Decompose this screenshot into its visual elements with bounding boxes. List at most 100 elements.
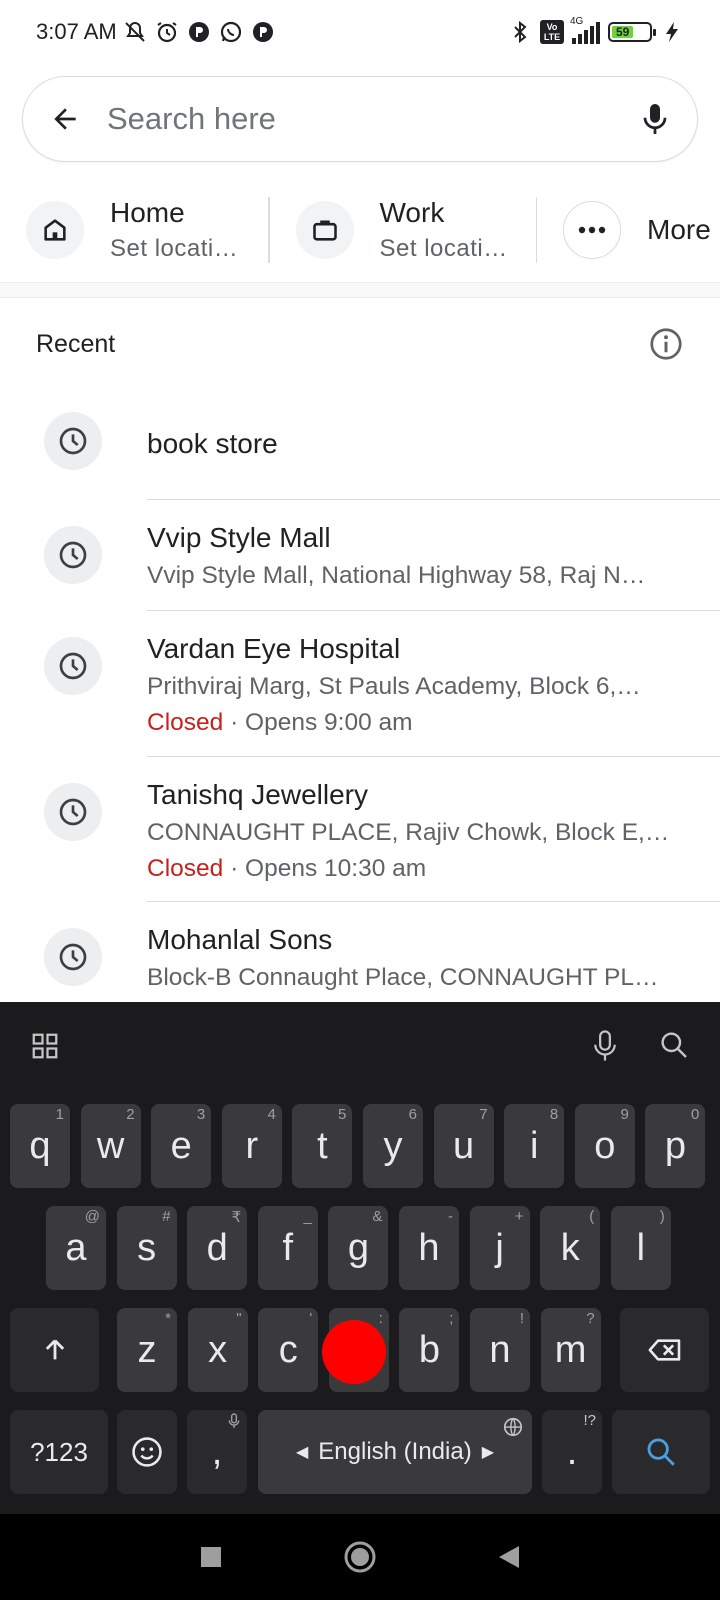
key-a[interactable]: a @	[46, 1206, 106, 1290]
key-z[interactable]: z *	[117, 1308, 177, 1392]
work-shortcut[interactable]: Work Set locati…	[270, 185, 536, 275]
key-g[interactable]: g &	[328, 1206, 389, 1290]
key-label: z	[137, 1328, 157, 1371]
signal-icon: 4G	[570, 16, 600, 44]
mute-icon	[123, 20, 147, 44]
key-f[interactable]: f _	[257, 1206, 318, 1290]
mic-hint-icon	[227, 1412, 241, 1430]
key-x[interactable]: x "	[187, 1308, 248, 1392]
key-y[interactable]: y6	[363, 1104, 423, 1188]
status-time: 3:07 AM	[36, 19, 117, 44]
key-q[interactable]: q1	[10, 1104, 70, 1188]
emoji-key[interactable]	[117, 1410, 177, 1494]
key-e[interactable]: e3	[151, 1104, 212, 1188]
status-bar: 3:07 AM Vo LTE 4G 59	[0, 0, 720, 64]
arrow-back-icon	[54, 108, 76, 130]
space-label: English (India)	[318, 1438, 472, 1465]
alarm-icon	[155, 20, 179, 44]
key-r[interactable]: r4	[221, 1104, 282, 1188]
bluetooth-icon	[508, 20, 532, 44]
key-label: c	[278, 1328, 298, 1371]
shift-key[interactable]	[10, 1308, 99, 1392]
key-j[interactable]: j +	[469, 1206, 530, 1290]
info-button[interactable]	[648, 326, 684, 362]
key-u[interactable]: u7	[433, 1104, 494, 1188]
closed-label: Closed	[147, 709, 224, 736]
recent-list: book store Vvip Style Mall Vvip Style Ma…	[0, 388, 720, 1002]
voice-search-button[interactable]	[613, 77, 697, 161]
history-icon	[44, 783, 102, 841]
key-hint: 6	[408, 1106, 417, 1123]
item-title: Vardan Eye Hospital	[147, 633, 401, 664]
home-icon	[26, 201, 84, 259]
key-label: i	[529, 1124, 539, 1167]
item-status: Closed · Opens 10:30 am	[147, 855, 720, 883]
key-label: b	[418, 1328, 440, 1371]
list-item[interactable]: book store	[0, 388, 720, 500]
period-key[interactable]: . !?	[542, 1410, 602, 1494]
keyboard-toolbar	[0, 1002, 720, 1090]
key-n[interactable]: n!	[470, 1308, 530, 1392]
list-item[interactable]: Vardan Eye Hospital Prithviraj Marg, St …	[0, 611, 720, 757]
key-d[interactable]: d ₹	[187, 1206, 248, 1290]
key-label: l	[636, 1226, 646, 1269]
key-t[interactable]: t5	[292, 1104, 353, 1188]
key-hint: *	[165, 1310, 171, 1327]
saved-places-shortcuts: Home Set locati… Work Set locati… More	[0, 185, 720, 275]
keyboard-search-button[interactable]	[658, 1029, 690, 1063]
item-title: Mohanlal Sons	[147, 924, 333, 955]
charging-icon	[660, 20, 684, 44]
key-h[interactable]: h-	[399, 1206, 459, 1290]
key-hint: ?	[586, 1310, 595, 1327]
key-hint: #	[162, 1208, 171, 1225]
key-label: f	[282, 1226, 294, 1269]
key-p[interactable]: p0	[645, 1104, 706, 1188]
more-shortcut[interactable]: More	[537, 185, 711, 275]
key-label: r	[245, 1124, 259, 1167]
recent-header: Recent	[0, 312, 720, 376]
history-icon	[44, 526, 102, 584]
item-title: Vvip Style Mall	[147, 522, 331, 553]
key-label: t	[317, 1124, 328, 1167]
section-separator	[0, 282, 720, 298]
search-input[interactable]	[107, 101, 613, 137]
keyboard-voice-button[interactable]	[590, 1029, 620, 1063]
emoji-icon	[132, 1437, 162, 1467]
key-l[interactable]: l)	[610, 1206, 671, 1290]
item-address: Prithviraj Marg, St Pauls Academy, Block…	[147, 673, 641, 700]
search-action-key[interactable]	[612, 1410, 710, 1494]
key-c[interactable]: c '	[258, 1308, 319, 1392]
home-nav-button[interactable]	[343, 1540, 377, 1574]
key-w[interactable]: w2	[80, 1104, 141, 1188]
battery-level: 59	[612, 25, 634, 39]
key-label: h	[418, 1226, 440, 1269]
key-i[interactable]: i8	[504, 1104, 565, 1188]
list-item[interactable]: Vvip Style Mall Vvip Style Mall, Nationa…	[0, 500, 720, 611]
key-b[interactable]: b;	[399, 1308, 460, 1392]
key-m[interactable]: m?	[540, 1308, 601, 1392]
comma-key[interactable]: ,	[187, 1410, 247, 1494]
list-item[interactable]: Mohanlal Sons Block-B Connaught Place, C…	[0, 902, 720, 1002]
list-item[interactable]: Tanishq Jewellery CONNAUGHT PLACE, Rajiv…	[0, 757, 720, 902]
comma-label: ,	[211, 1430, 223, 1473]
square-icon	[201, 1547, 221, 1567]
key-o[interactable]: o9	[574, 1104, 635, 1188]
opening-hours: · Opens 10:30 am	[223, 855, 427, 882]
recents-button[interactable]	[199, 1545, 223, 1569]
symbols-key[interactable]: ?123	[10, 1410, 108, 1494]
key-label: u	[453, 1124, 475, 1167]
home-shortcut[interactable]: Home Set locati…	[0, 185, 268, 275]
key-k[interactable]: k(	[540, 1206, 601, 1290]
apps-grid-button[interactable]	[30, 1031, 60, 1061]
key-hint: )	[659, 1208, 665, 1225]
back-nav-button[interactable]	[497, 1544, 521, 1570]
work-title: Work	[379, 197, 445, 228]
closed-label: Closed	[147, 855, 224, 882]
search-icon	[647, 1438, 675, 1466]
backspace-key[interactable]	[620, 1308, 709, 1392]
period-hint: !?	[583, 1412, 596, 1429]
space-key[interactable]: ◀ English (India) ▶	[258, 1410, 532, 1494]
key-s[interactable]: s #	[116, 1206, 177, 1290]
key-label: s	[137, 1226, 157, 1269]
back-button[interactable]	[23, 77, 107, 161]
